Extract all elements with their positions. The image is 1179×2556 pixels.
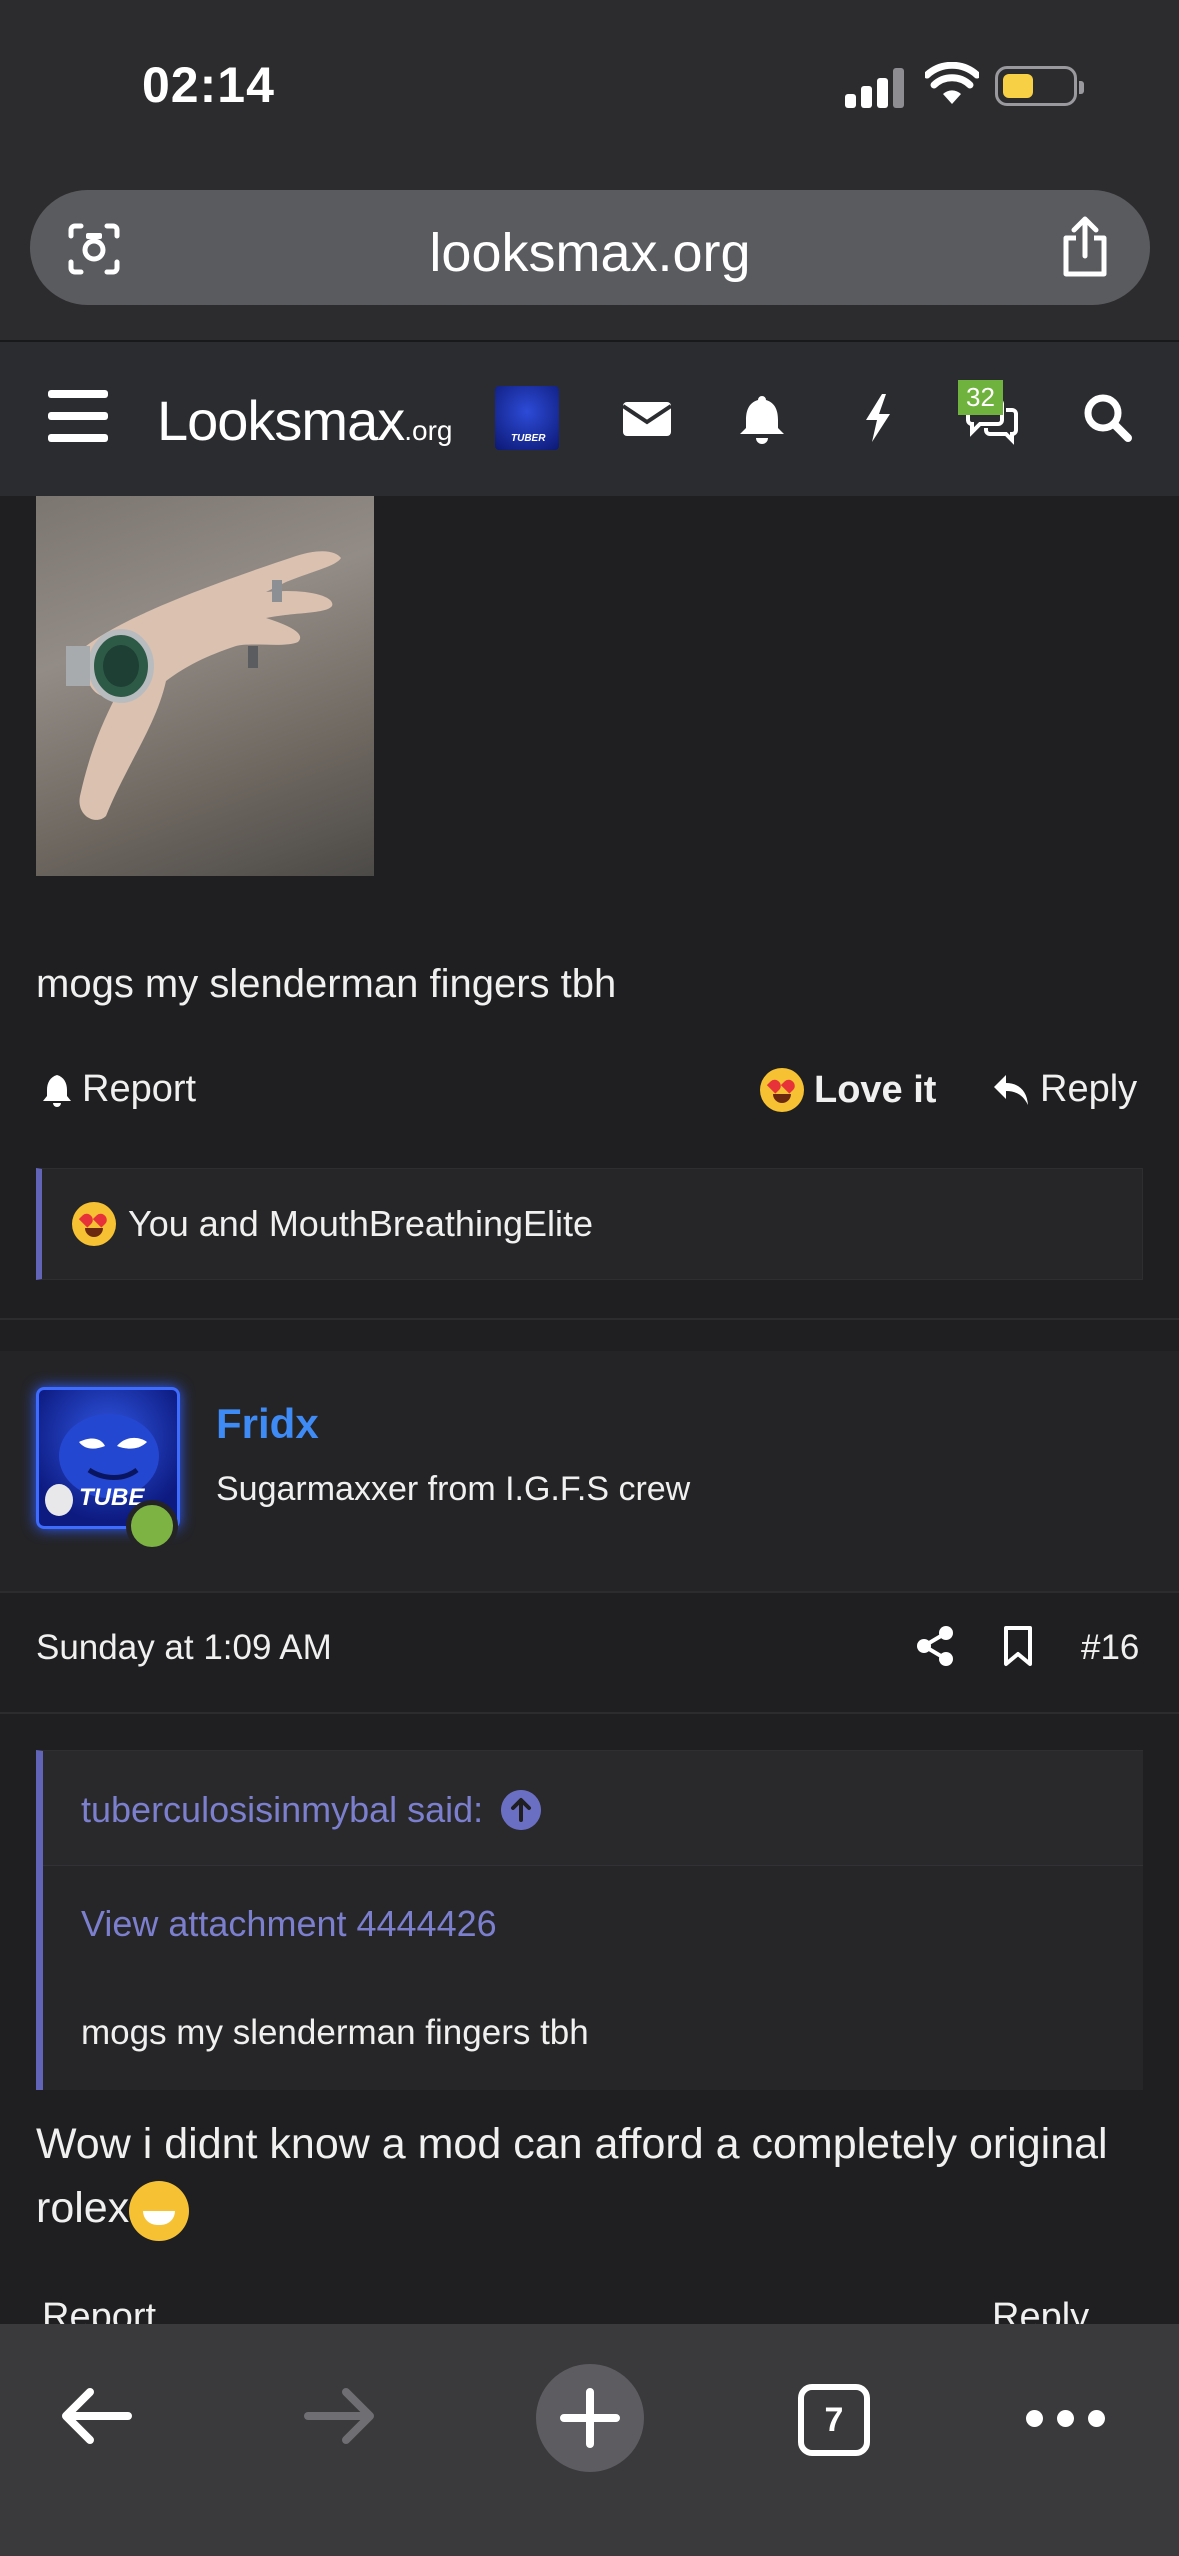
share-icon[interactable] bbox=[1058, 216, 1112, 278]
status-bar: 02:14 bbox=[0, 0, 1179, 170]
site-logo[interactable]: Looksmax.org bbox=[157, 388, 452, 453]
menu-icon[interactable] bbox=[48, 390, 108, 442]
logo-text: Looksmax bbox=[157, 389, 405, 452]
attachment-image-watch-hand[interactable] bbox=[36, 496, 374, 876]
browser-address-area: looksmax.org bbox=[0, 170, 1179, 340]
reply-button[interactable]: Reply bbox=[992, 1068, 1137, 1111]
new-tab-button[interactable] bbox=[536, 2364, 644, 2472]
post-body-text: Wow i didnt know a mod can afford a comp… bbox=[36, 2120, 1108, 2232]
view-attachment-link[interactable]: View attachment 4444426 bbox=[81, 1903, 497, 1945]
quote-author-link[interactable]: tuberculosisinmybal said: bbox=[81, 1789, 542, 1831]
post-body: Wow i didnt know a mod can afford a comp… bbox=[36, 2112, 1146, 2241]
conversations-badge: 32 bbox=[958, 380, 1003, 415]
love-it-button[interactable]: Love it bbox=[760, 1068, 936, 1112]
reply-arrow-icon bbox=[994, 1074, 1028, 1105]
reactions-bar[interactable]: You and MouthBreathingElite bbox=[36, 1168, 1143, 1280]
logo-suffix: .org bbox=[404, 415, 453, 446]
wifi-icon bbox=[925, 62, 979, 104]
back-arrow-icon[interactable] bbox=[58, 2384, 132, 2448]
forward-arrow-icon[interactable] bbox=[304, 2384, 378, 2448]
browser-toolbar: 7 bbox=[0, 2324, 1179, 2556]
quote-text: mogs my slenderman fingers tbh bbox=[81, 2013, 589, 2052]
report-button-partial[interactable]: Report bbox=[42, 2296, 156, 2324]
more-options-icon[interactable] bbox=[1026, 2410, 1105, 2427]
plus-icon bbox=[560, 2388, 620, 2448]
address-bar[interactable]: looksmax.org bbox=[30, 190, 1150, 305]
report-label: Report bbox=[82, 1068, 197, 1110]
online-status-dot bbox=[126, 1500, 178, 1552]
header-divider bbox=[0, 1591, 1179, 1593]
status-time: 02:14 bbox=[142, 57, 275, 113]
search-icon[interactable] bbox=[1080, 390, 1136, 446]
reply-label: Reply bbox=[1040, 1068, 1138, 1110]
envelope-icon[interactable] bbox=[619, 390, 675, 446]
url-text: looksmax.org bbox=[429, 223, 751, 283]
reactions-text: You and MouthBreathingElite bbox=[128, 1203, 594, 1244]
user-avatar[interactable]: TUBER bbox=[495, 386, 559, 450]
bookmark-icon[interactable] bbox=[996, 1624, 1040, 1668]
cellular-signal-icon bbox=[845, 68, 905, 108]
thread-content: mogs my slenderman fingers tbh Report Lo… bbox=[0, 496, 1179, 2324]
post-number[interactable]: #16 bbox=[1081, 1628, 1139, 1668]
avatar-tag: TUBER bbox=[511, 433, 546, 444]
reply-button-partial[interactable]: Reply bbox=[992, 2296, 1089, 2324]
tabs-button[interactable]: 7 bbox=[798, 2384, 870, 2456]
reply-label: Reply bbox=[992, 2296, 1090, 2324]
post-message: mogs my slenderman fingers tbh bbox=[36, 962, 617, 1006]
bell-icon[interactable] bbox=[734, 390, 790, 446]
heart-eyes-emoji-icon bbox=[72, 1202, 116, 1246]
report-label: Report bbox=[42, 2296, 157, 2324]
poster-username[interactable]: Fridx bbox=[216, 1400, 319, 1448]
heart-eyes-emoji-icon bbox=[760, 1068, 804, 1112]
poster-user-title: Sugarmaxxer from I.G.F.S crew bbox=[216, 1470, 691, 1508]
report-button[interactable]: Report bbox=[42, 1068, 196, 1111]
lightning-icon[interactable] bbox=[850, 390, 906, 446]
laughing-emoji-icon bbox=[129, 2180, 190, 2241]
quote-block: tuberculosisinmybal said: View attachmen… bbox=[36, 1750, 1143, 2090]
love-it-label: Love it bbox=[814, 1068, 937, 1111]
meta-divider bbox=[0, 1712, 1179, 1714]
arrow-up-circle-icon bbox=[501, 1790, 542, 1830]
battery-icon bbox=[995, 66, 1084, 106]
post-date[interactable]: Sunday at 1:09 AM bbox=[36, 1628, 332, 1668]
site-header: Looksmax.org TUBER 32 bbox=[0, 340, 1179, 496]
bell-icon bbox=[43, 1074, 71, 1107]
post-divider bbox=[0, 1318, 1179, 1320]
share-nodes-icon[interactable] bbox=[914, 1624, 958, 1668]
quote-author: tuberculosisinmybal said: bbox=[81, 1789, 484, 1830]
quote-header: tuberculosisinmybal said: bbox=[43, 1751, 1143, 1866]
